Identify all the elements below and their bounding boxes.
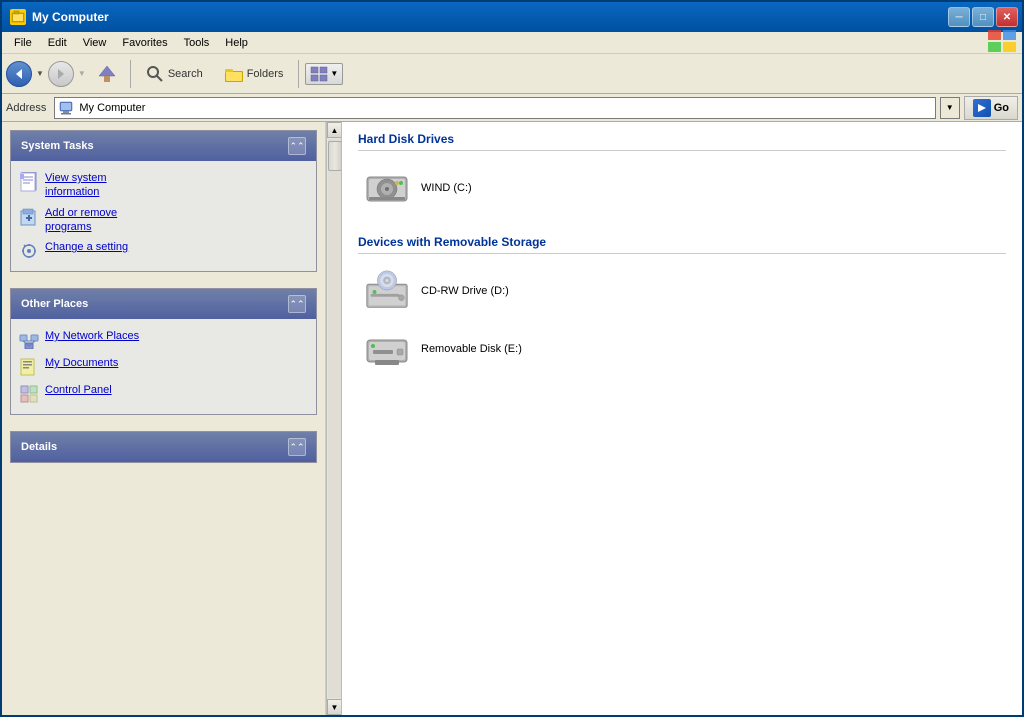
- removable-disk-icon: [363, 329, 411, 369]
- drive-d-label: CD-RW Drive (D:): [421, 285, 509, 297]
- go-arrow-icon: [973, 99, 991, 117]
- other-places-body: My Network Places My: [11, 319, 316, 414]
- change-setting-link[interactable]: Change a setting: [19, 240, 308, 261]
- other-places-panel: Other Places ⌃⌃: [10, 288, 317, 415]
- network-places-icon: [19, 330, 39, 350]
- views-icon: [310, 66, 328, 82]
- details-collapse[interactable]: ⌃⌃: [288, 438, 306, 456]
- go-button[interactable]: Go: [964, 96, 1018, 120]
- menu-bar: File Edit View Favorites Tools Help: [2, 32, 1022, 54]
- removable-drives-list: CD-RW Drive (D:): [358, 264, 1006, 376]
- view-sysinfo-icon: [19, 172, 39, 192]
- forward-dropdown[interactable]: ▼: [78, 69, 86, 78]
- menu-edit[interactable]: Edit: [40, 35, 75, 51]
- details-title: Details: [21, 441, 57, 453]
- drive-e-label: Removable Disk (E:): [421, 343, 522, 355]
- go-label: Go: [994, 102, 1009, 114]
- search-icon: [146, 65, 164, 83]
- forward-button[interactable]: [48, 61, 74, 87]
- add-remove-icon: [19, 207, 39, 227]
- system-tasks-collapse[interactable]: ⌃⌃: [288, 137, 306, 155]
- system-tasks-body: View systeminformation: [11, 161, 316, 271]
- back-button[interactable]: [6, 61, 32, 87]
- menu-help[interactable]: Help: [217, 35, 256, 51]
- scroll-thumb[interactable]: [328, 141, 342, 171]
- views-button[interactable]: ▼: [305, 63, 343, 85]
- drive-item-d[interactable]: CD-RW Drive (D:): [358, 264, 1006, 318]
- computer-icon: [59, 101, 75, 115]
- other-places-collapse[interactable]: ⌃⌃: [288, 295, 306, 313]
- menu-tools[interactable]: Tools: [176, 35, 218, 51]
- views-dropdown-arrow: ▼: [330, 69, 338, 78]
- windows-logo-icon: [988, 30, 1018, 52]
- toolbar: ▼ ▼ Search Folders: [2, 54, 1022, 94]
- title-bar-left: My Computer: [10, 9, 109, 25]
- add-remove-programs-link[interactable]: Add or removeprograms: [19, 206, 308, 235]
- window-icon: [10, 9, 26, 25]
- left-panel: System Tasks ⌃⌃: [2, 122, 326, 715]
- window: My Computer ─ □ ✕ File Edit View Favorit…: [0, 0, 1024, 717]
- address-dropdown[interactable]: ▼: [940, 97, 960, 119]
- control-panel-link[interactable]: Control Panel: [19, 383, 308, 404]
- add-remove-label: Add or removeprograms: [45, 206, 117, 235]
- cdrom-icon: [363, 271, 411, 311]
- up-button[interactable]: [90, 60, 124, 88]
- back-dropdown[interactable]: ▼: [36, 69, 44, 78]
- system-tasks-title: System Tasks: [21, 140, 94, 152]
- search-button[interactable]: Search: [137, 61, 212, 87]
- view-sysinfo-label: View systeminformation: [45, 171, 107, 200]
- address-input-field[interactable]: [79, 102, 930, 114]
- details-header[interactable]: Details ⌃⌃: [11, 432, 316, 462]
- close-button[interactable]: ✕: [996, 7, 1018, 27]
- title-bar-buttons: ─ □ ✕: [948, 7, 1018, 27]
- windows-logo-area: [988, 30, 1018, 55]
- my-network-places-label: My Network Places: [45, 329, 139, 343]
- left-scrollbar: ▲ ▼: [326, 122, 342, 715]
- maximize-button[interactable]: □: [972, 7, 994, 27]
- details-panel: Details ⌃⌃: [10, 431, 317, 463]
- toolbar-divider-2: [298, 60, 299, 88]
- drive-item-c[interactable]: WIND (C:): [358, 161, 1006, 215]
- search-label: Search: [168, 68, 203, 80]
- system-tasks-header[interactable]: System Tasks ⌃⌃: [11, 131, 316, 161]
- title-bar: My Computer ─ □ ✕: [2, 2, 1022, 32]
- drive-item-e[interactable]: Removable Disk (E:): [358, 322, 1006, 376]
- main-area: System Tasks ⌃⌃: [2, 122, 1022, 715]
- right-panel: Hard Disk Drives: [342, 122, 1022, 715]
- other-places-header[interactable]: Other Places ⌃⌃: [11, 289, 316, 319]
- minimize-button[interactable]: ─: [948, 7, 970, 27]
- scroll-up-button[interactable]: ▲: [327, 122, 343, 138]
- my-network-places-link[interactable]: My Network Places: [19, 329, 308, 350]
- my-documents-icon: [19, 357, 39, 377]
- window-title: My Computer: [32, 10, 109, 24]
- toolbar-divider-1: [130, 60, 131, 88]
- my-documents-link[interactable]: My Documents: [19, 356, 308, 377]
- menu-view[interactable]: View: [75, 35, 115, 51]
- folders-button[interactable]: Folders: [216, 62, 293, 86]
- folders-icon: [225, 66, 243, 82]
- removable-section-header: Devices with Removable Storage: [358, 235, 1006, 254]
- system-tasks-panel: System Tasks ⌃⌃: [10, 130, 317, 272]
- scroll-down-button[interactable]: ▼: [327, 699, 343, 715]
- my-documents-label: My Documents: [45, 356, 118, 370]
- change-setting-label: Change a setting: [45, 240, 128, 254]
- address-label: Address: [6, 102, 46, 114]
- menu-favorites[interactable]: Favorites: [114, 35, 175, 51]
- hard-disk-drives-list: WIND (C:): [358, 161, 1006, 215]
- folders-label: Folders: [247, 68, 284, 80]
- other-places-title: Other Places: [21, 298, 88, 310]
- drive-c-label: WIND (C:): [421, 182, 472, 194]
- hard-disk-section-header: Hard Disk Drives: [358, 132, 1006, 151]
- address-bar: Address ▼ Go: [2, 94, 1022, 122]
- control-panel-icon: [19, 384, 39, 404]
- view-system-info-link[interactable]: View systeminformation: [19, 171, 308, 200]
- scroll-track: [328, 139, 342, 698]
- change-setting-icon: [19, 241, 39, 261]
- hdd-icon: [363, 168, 411, 208]
- address-input-wrap[interactable]: [54, 97, 935, 119]
- control-panel-label: Control Panel: [45, 383, 112, 397]
- menu-file[interactable]: File: [6, 35, 40, 51]
